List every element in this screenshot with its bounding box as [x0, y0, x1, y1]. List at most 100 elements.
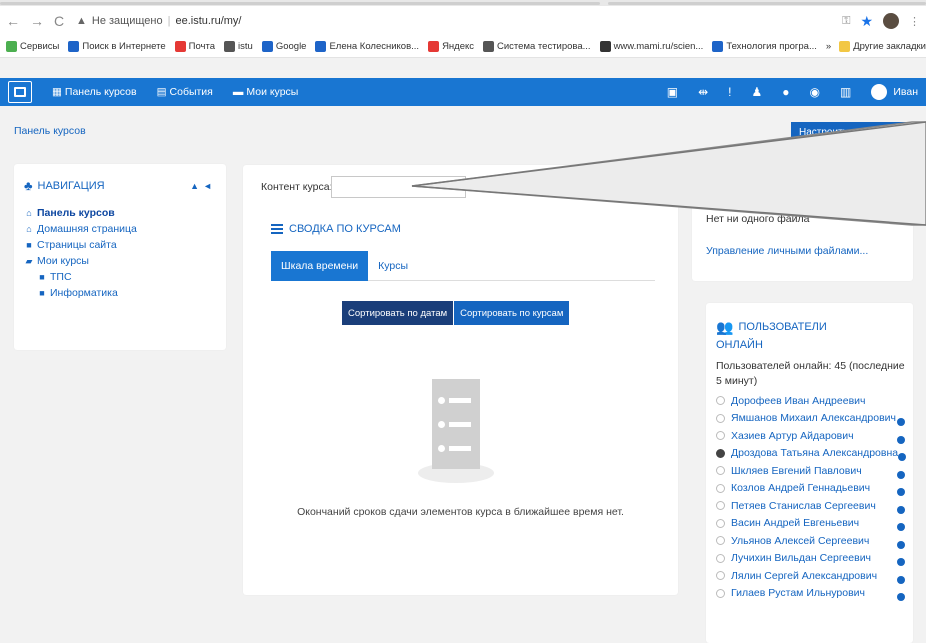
message-icon[interactable]	[897, 593, 905, 602]
nav-tree-item-dashboard[interactable]: ⌂ Панель курсов	[24, 205, 216, 221]
navigation-tree: ⌂ Панель курсов ⌂ Домашняя страница ■ Ст…	[24, 205, 216, 301]
drawer-icon	[14, 87, 26, 97]
address-bar-actions: ⚿ ★ ⋮	[842, 13, 920, 30]
bookmark-star-icon[interactable]: ★	[860, 13, 873, 30]
bookmark-item[interactable]: Google	[261, 41, 306, 52]
reload-icon[interactable]: C	[54, 13, 64, 29]
online-user-row[interactable]: Шкляев Евгений Павлович	[716, 462, 905, 480]
private-files-block: Нет ни одного файла Управление личными ф…	[692, 195, 913, 281]
bookmark-item[interactable]: Сервисы	[6, 41, 59, 52]
message-icon[interactable]	[898, 453, 907, 462]
drawer-toggle-button[interactable]	[8, 81, 32, 103]
key-icon[interactable]: ⚿	[842, 15, 850, 28]
nav-tree-item-informatics[interactable]: ■ Информатика	[24, 285, 216, 301]
tab-timeline[interactable]: Шкала времени	[271, 251, 369, 281]
nav-my-courses[interactable]: ▬ Мои курсы	[233, 86, 298, 98]
bookmark-favicon-icon	[261, 41, 273, 52]
online-user-name[interactable]: Ямшанов Михаил Александрович	[731, 412, 896, 424]
online-user-name[interactable]: Шкляев Евгений Павлович	[731, 465, 862, 477]
message-icon[interactable]	[897, 540, 905, 549]
nav-tree-label: Панель курсов	[37, 207, 115, 219]
manage-files-link[interactable]: Управление личными файлами...	[706, 245, 899, 257]
menu-dots-icon[interactable]: ⋮	[909, 15, 920, 28]
navigation-block: ♣ НАВИГАЦИЯ ▲◄ ⌂ Панель курсов ⌂ Домашня…	[14, 164, 226, 350]
bookmark-item[interactable]: istu	[224, 41, 253, 52]
url-field[interactable]: ▲ Не защищено | ee.istu.ru/my/	[76, 15, 242, 27]
online-user-name[interactable]: Ульянов Алексей Сергеевич	[731, 535, 869, 547]
online-user-row[interactable]: Ямшанов Михаил Александрович	[716, 410, 905, 428]
online-user-row[interactable]: Дорофеев Иван Андреевич	[716, 392, 905, 410]
exclamation-icon[interactable]: !	[728, 85, 731, 99]
breadcrumb[interactable]: Панель курсов	[14, 125, 86, 137]
online-user-name[interactable]: Дроздова Татьяна Александровна	[731, 447, 898, 459]
bookmark-item[interactable]: Елена Колесников...	[315, 41, 419, 52]
bookmark-favicon-icon	[483, 41, 495, 52]
online-user-row[interactable]: Лучихин Вильдан Сергеевич	[716, 550, 905, 568]
nav-events[interactable]: ▤ События	[157, 86, 213, 98]
message-icon[interactable]	[897, 435, 905, 444]
folder-icon: ■	[39, 288, 45, 298]
calculator-icon[interactable]: ▥	[840, 85, 851, 99]
user-avatar-icon	[716, 571, 725, 581]
home-icon: ⌂	[26, 224, 32, 234]
forward-icon[interactable]: →	[30, 13, 44, 29]
extension-icon[interactable]	[883, 13, 899, 29]
online-user-row[interactable]: Петяев Станислав Сергеевич	[716, 497, 905, 515]
other-bookmarks[interactable]: Другие закладки	[839, 41, 926, 52]
online-user-name[interactable]: Дорофеев Иван Андреевич	[731, 395, 866, 407]
nav-tree-item-home[interactable]: ⌂ Домашняя страница	[24, 221, 216, 237]
bookmark-item[interactable]: www.mami.ru/scien...	[599, 41, 703, 52]
block-controls[interactable]: ▲◄	[190, 181, 216, 191]
checkbox-icon[interactable]	[475, 180, 485, 190]
message-icon[interactable]	[897, 558, 905, 567]
message-icon[interactable]	[897, 575, 905, 584]
online-user-row[interactable]: Васин Андрей Евгеньевич	[716, 515, 905, 533]
sort-by-dates-button[interactable]: Сортировать по датам	[342, 301, 454, 325]
message-icon[interactable]	[897, 488, 905, 497]
nav-dashboard[interactable]: ▦ Панель курсов	[52, 86, 137, 98]
blocks-icon[interactable]: ▣	[667, 85, 678, 99]
top-navbar: ▦ Панель курсов ▤ События ▬ Мои курсы ▣ …	[0, 78, 926, 106]
sort-by-courses-button[interactable]: Сортировать по курсам	[453, 301, 570, 325]
online-user-row[interactable]: Гилаев Рустам Ильнурович	[716, 585, 905, 603]
course-content-input[interactable]	[331, 176, 466, 198]
nav-tree-item-site-pages[interactable]: ■ Страницы сайта	[24, 237, 216, 253]
bookmark-item[interactable]: Система тестирова...	[483, 41, 591, 52]
online-user-name[interactable]: Васин Андрей Евгеньевич	[731, 517, 859, 529]
online-user-row[interactable]: Лялин Сергей Александрович	[716, 567, 905, 585]
message-icon[interactable]	[897, 418, 905, 427]
bookmark-item[interactable]: Яндекс	[428, 41, 474, 52]
online-user-row[interactable]: Козлов Андрей Геннадьевич	[716, 480, 905, 498]
user-avatar-icon	[716, 466, 725, 476]
bookmarks-overflow-icon[interactable]: »	[826, 41, 831, 52]
bookmark-item[interactable]: Поиск в Интернете	[68, 41, 166, 52]
message-icon[interactable]	[897, 523, 905, 532]
online-user-name[interactable]: Лялин Сергей Александрович	[731, 570, 877, 582]
bookmarks-bar: Сервисы Поиск в Интернете Почта istu Google Е…	[0, 36, 926, 58]
online-user-row[interactable]: Ульянов Алексей Сергеевич	[716, 532, 905, 550]
user-avatar[interactable]	[871, 84, 888, 100]
online-users-subtitle: ОНЛАЙН	[716, 339, 763, 351]
online-user-row[interactable]: Дроздова Татьяна Александровна	[716, 445, 907, 463]
chat-bubble-icon[interactable]: ●	[782, 85, 789, 99]
nav-tree-item-my-courses[interactable]: ▰ Мои курсы	[24, 253, 216, 269]
tab-courses[interactable]: Курсы	[368, 251, 418, 281]
online-user-name[interactable]: Хазиев Артур Айдарович	[731, 430, 854, 442]
user-name[interactable]: Иван	[893, 86, 918, 98]
online-user-name[interactable]: Петяев Станислав Сергеевич	[731, 500, 876, 512]
bookmark-item[interactable]: Технология програ...	[712, 41, 817, 52]
arrows-icon[interactable]: ⇹	[698, 85, 708, 99]
bookmark-item[interactable]: Почта	[174, 41, 215, 52]
target-icon[interactable]: ◉	[810, 85, 820, 99]
back-icon[interactable]: ←	[6, 13, 20, 29]
message-icon[interactable]	[897, 470, 905, 479]
customise-page-button[interactable]: Настроить эту страницу	[791, 122, 913, 146]
nav-tree-item-tps[interactable]: ■ ТПС	[24, 269, 216, 285]
online-user-row[interactable]: Хазиев Артур Айдарович	[716, 427, 905, 445]
online-user-name[interactable]: Лучихин Вильдан Сергеевич	[731, 552, 871, 564]
sitemap-icon: ♣	[24, 178, 33, 193]
online-user-name[interactable]: Гилаев Рустам Ильнурович	[731, 587, 865, 599]
online-user-name[interactable]: Козлов Андрей Геннадьевич	[731, 482, 870, 494]
bell-icon[interactable]: ♟	[752, 85, 763, 99]
message-icon[interactable]	[897, 505, 905, 514]
